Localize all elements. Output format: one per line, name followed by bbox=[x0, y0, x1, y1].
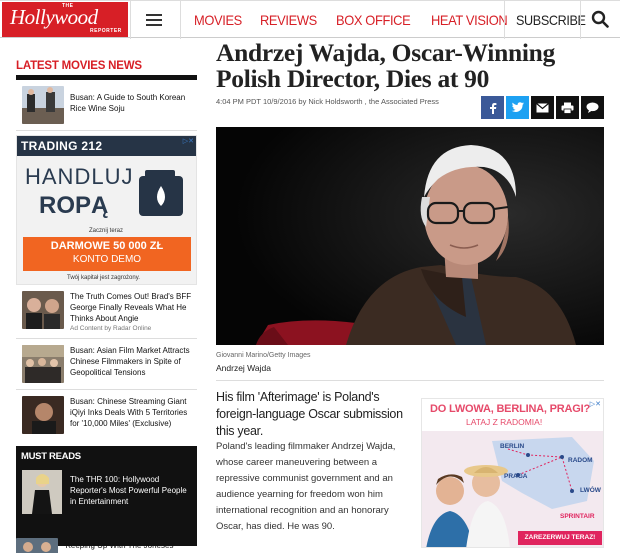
print-button[interactable] bbox=[556, 96, 579, 119]
logo-wordmark: Hollywood bbox=[10, 5, 98, 29]
portrait-image bbox=[216, 127, 604, 345]
twitter-share-button[interactable] bbox=[506, 96, 529, 119]
city-label: RADOM bbox=[568, 457, 593, 464]
subscribe-link[interactable]: SUBSCRIBE bbox=[516, 12, 586, 28]
sidebar-title: LATEST MOVIES NEWS bbox=[16, 60, 142, 72]
story-title: Busan: A Guide to South Korean Rice Wine… bbox=[70, 93, 186, 113]
email-icon bbox=[536, 102, 549, 112]
ad-subheadline: LATAJ Z RADOMIA! bbox=[466, 417, 543, 427]
story-thumbnail bbox=[22, 470, 62, 514]
must-reads-title: MUST READS bbox=[21, 451, 81, 462]
site-logo[interactable]: THE Hollywood REPORTER bbox=[2, 2, 128, 37]
story-title: 'Keeping Up With The Joneses' bbox=[64, 541, 175, 550]
photo-credit: Giovanni Marino/Getty Images bbox=[216, 352, 311, 359]
nav-reviews[interactable]: REVIEWS bbox=[260, 12, 317, 28]
header-divider bbox=[130, 1, 131, 39]
ad-headline-2: ROPĄ bbox=[39, 192, 109, 219]
article-dek: His film 'Afterimage' is Poland's foreig… bbox=[216, 390, 403, 438]
ad-subtext: Zacznij teraz bbox=[89, 228, 124, 234]
sidebar: LATEST MOVIES NEWS Busan: A Guide to Sou… bbox=[16, 60, 197, 546]
city-label: LWÓW bbox=[580, 487, 601, 494]
list-item[interactable]: The Truth Comes Out! Brad's BFF George F… bbox=[16, 285, 197, 339]
nav-box-office[interactable]: BOX OFFICE bbox=[336, 12, 411, 28]
ad-cta-button[interactable]: ZAREZERWUJ TERAZ! bbox=[518, 531, 602, 545]
story-title: The Truth Comes Out! Brad's BFF George F… bbox=[70, 292, 192, 323]
comment-button[interactable] bbox=[581, 96, 604, 119]
ad-choices-icon[interactable]: ▷✕ bbox=[183, 137, 194, 145]
email-share-button[interactable] bbox=[531, 96, 554, 119]
must-reads-story[interactable]: The THR 100: Hollywood Reporter's Most P… bbox=[22, 470, 195, 514]
ad-headline: DO LWOWA, BERLINA, PRAGI? bbox=[430, 403, 590, 415]
ad-banner-trading212[interactable]: TRADING 212 ▷✕ HANDLUJ ROPĄ Zacznij tera… bbox=[16, 135, 197, 285]
header-divider bbox=[180, 1, 181, 39]
story-title: The THR 100: Hollywood Reporter's Most P… bbox=[70, 475, 187, 506]
ad-brand: SPRINTAIR bbox=[560, 513, 595, 520]
logo-reporter: REPORTER bbox=[90, 28, 122, 34]
story-thumbnail bbox=[16, 538, 58, 553]
story-thumbnail bbox=[22, 345, 64, 383]
photo-caption: Andrzej Wajda bbox=[216, 363, 271, 373]
header-divider bbox=[580, 1, 581, 39]
ad-banner-sprintair[interactable]: DO LWOWA, BERLINA, PRAGI? LATAJ Z RADOMI… bbox=[421, 398, 604, 548]
list-item[interactable]: 'Keeping Up With The Joneses' bbox=[16, 538, 175, 553]
ad-headline: HANDLUJ bbox=[25, 164, 134, 189]
story-thumbnail bbox=[22, 86, 64, 124]
ad-brand: TRADING 212 bbox=[21, 139, 103, 153]
menu-icon[interactable] bbox=[146, 14, 162, 26]
nav-heat-vision[interactable]: HEAT VISION bbox=[431, 12, 508, 28]
article-headline: Andrzej Wajda, Oscar-Winning Polish Dire… bbox=[216, 38, 555, 93]
list-item[interactable]: Busan: A Guide to South Korean Rice Wine… bbox=[16, 80, 197, 131]
story-title: Busan: Chinese Streaming Giant iQiyi Ink… bbox=[70, 397, 188, 428]
article-byline: 4:04 PM PDT 10/9/2016 by Nick Holdsworth… bbox=[216, 97, 439, 106]
story-thumbnail bbox=[22, 291, 64, 329]
ad-choices-icon[interactable]: ▷✕ bbox=[590, 400, 601, 408]
oil-barrel-icon bbox=[139, 170, 183, 216]
main-nav: MOVIES REVIEWS BOX OFFICE HEAT VISION bbox=[194, 12, 528, 28]
twitter-icon bbox=[511, 102, 524, 113]
ad-cta-line2: KONTO DEMO bbox=[72, 254, 142, 265]
nav-movies[interactable]: MOVIES bbox=[194, 12, 242, 28]
site-header: THE Hollywood REPORTER MOVIES REVIEWS BO… bbox=[0, 0, 620, 39]
ad-cta-line1: DARMOWE 50 000 ZŁ bbox=[50, 240, 164, 252]
facebook-icon bbox=[489, 102, 496, 114]
article-body: Poland's leading filmmaker Andrzej Wajda… bbox=[216, 441, 396, 532]
story-thumbnail bbox=[22, 396, 64, 434]
search-icon[interactable] bbox=[591, 10, 609, 28]
city-label: BERLIN bbox=[500, 443, 525, 450]
ad-disclaimer: Twój kapitał jest zagrożony. bbox=[67, 275, 140, 281]
story-title: Busan: Asian Film Market Attracts Chines… bbox=[70, 346, 190, 377]
city-label: PRAGA bbox=[504, 473, 528, 480]
sponsor-label: Ad Content by Radar Online bbox=[70, 325, 152, 332]
ad-cta-button[interactable]: DARMOWE 50 000 ZŁ KONTO DEMO bbox=[23, 237, 191, 271]
comment-icon bbox=[586, 102, 599, 113]
header-divider bbox=[504, 1, 505, 39]
list-item[interactable]: Busan: Chinese Streaming Giant iQiyi Ink… bbox=[16, 390, 197, 440]
print-icon bbox=[561, 102, 574, 114]
article-photo bbox=[216, 127, 604, 345]
list-item[interactable]: Busan: Asian Film Market Attracts Chines… bbox=[16, 339, 197, 390]
divider bbox=[216, 380, 604, 381]
facebook-share-button[interactable] bbox=[481, 96, 504, 119]
must-reads-box: MUST READS The THR 100: Hollywood Report… bbox=[16, 446, 197, 546]
